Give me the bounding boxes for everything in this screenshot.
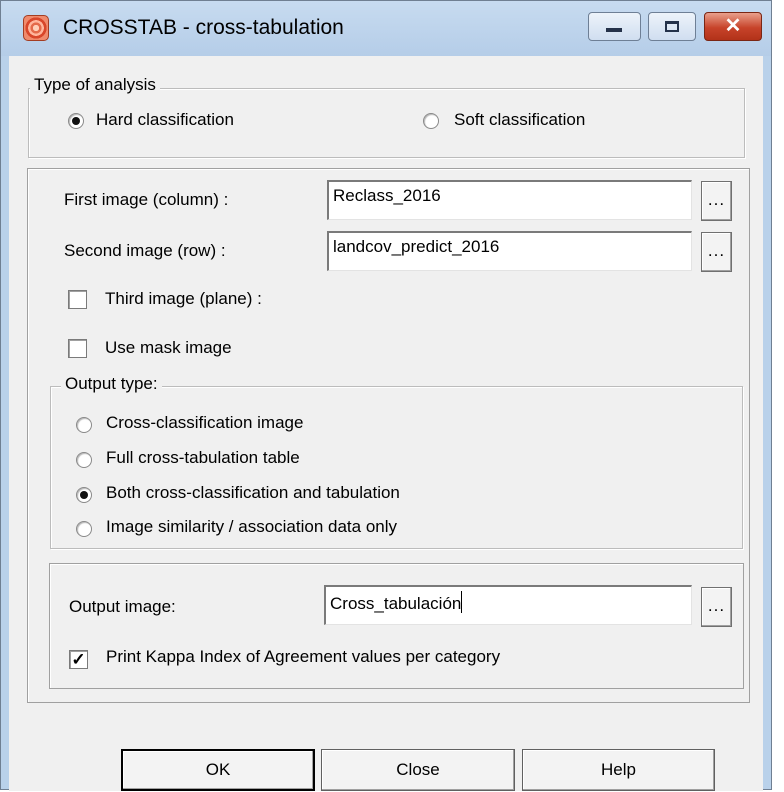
- output-image-input[interactable]: Cross_tabulación: [324, 585, 692, 625]
- close-window-button[interactable]: ✕: [704, 12, 762, 41]
- second-image-input[interactable]: landcov_predict_2016: [327, 231, 692, 271]
- crosstab-app-icon[interactable]: [23, 15, 49, 41]
- third-image-label[interactable]: Third image (plane) :: [105, 289, 262, 309]
- first-image-input[interactable]: Reclass_2016: [327, 180, 692, 220]
- ok-button[interactable]: OK: [121, 749, 315, 791]
- cross-classification-image-radio[interactable]: [76, 417, 92, 433]
- title-bar[interactable]: CROSSTAB - cross-tabulation ✕: [1, 1, 771, 56]
- hard-classification-radio[interactable]: [68, 113, 84, 129]
- analysis-type-legend: Type of analysis: [30, 75, 160, 95]
- second-image-browse-button[interactable]: ...: [701, 232, 732, 272]
- close-icon: ✕: [724, 15, 742, 37]
- text-caret: [461, 591, 463, 613]
- output-image-label: Output image:: [69, 597, 176, 616]
- soft-classification-radio[interactable]: [423, 113, 439, 129]
- minimize-icon: [606, 28, 622, 32]
- full-cross-tabulation-label[interactable]: Full cross-tabulation table: [106, 448, 300, 468]
- soft-classification-label[interactable]: Soft classification: [454, 110, 585, 130]
- second-image-label: Second image (row) :: [64, 241, 226, 260]
- minimize-button[interactable]: [588, 12, 641, 41]
- dialog-client-area: Type of analysis Hard classification Sof…: [9, 56, 763, 791]
- output-image-browse-button[interactable]: ...: [701, 587, 732, 627]
- both-classification-tabulation-label[interactable]: Both cross-classification and tabulation: [106, 483, 400, 503]
- kappa-label[interactable]: Print Kappa Index of Agreement values pe…: [106, 647, 500, 667]
- close-button[interactable]: Close: [321, 749, 515, 791]
- hard-classification-label[interactable]: Hard classification: [96, 110, 234, 130]
- cross-classification-image-label[interactable]: Cross-classification image: [106, 413, 303, 433]
- mask-image-label[interactable]: Use mask image: [105, 338, 232, 358]
- first-image-label: First image (column) :: [64, 190, 229, 209]
- kappa-checkbox[interactable]: ✓: [69, 650, 88, 669]
- both-classification-tabulation-radio[interactable]: [76, 487, 92, 503]
- output-panel: [49, 563, 744, 689]
- full-cross-tabulation-radio[interactable]: [76, 452, 92, 468]
- maximize-button[interactable]: [648, 12, 696, 41]
- output-type-legend: Output type:: [61, 374, 162, 394]
- similarity-association-radio[interactable]: [76, 521, 92, 537]
- maximize-icon: [665, 21, 679, 32]
- mask-image-checkbox[interactable]: [68, 339, 87, 358]
- similarity-association-label[interactable]: Image similarity / association data only: [106, 517, 397, 537]
- crosstab-window: CROSSTAB - cross-tabulation ✕ Type of an…: [0, 0, 772, 791]
- first-image-browse-button[interactable]: ...: [701, 181, 732, 221]
- window-title: CROSSTAB - cross-tabulation: [63, 16, 344, 39]
- third-image-checkbox[interactable]: [68, 290, 87, 309]
- help-button[interactable]: Help: [522, 749, 715, 791]
